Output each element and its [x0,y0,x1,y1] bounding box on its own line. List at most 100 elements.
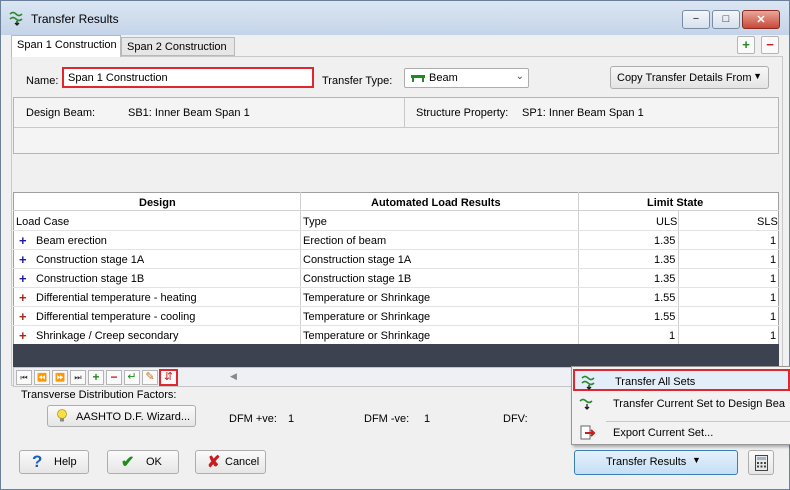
edit-record-button[interactable]: ✎ [142,370,158,385]
load-case-cell: Construction stage 1B [36,273,145,285]
calculator-button[interactable] [748,450,774,475]
plus-icon: + [92,370,100,384]
dropdown-arrow-icon: ▼ [692,455,701,465]
first-record-button[interactable]: ⏮ [16,370,32,385]
table-row[interactable]: + Differential temperature - heating Tem… [13,287,779,306]
cancel-label: Cancel [225,456,260,468]
load-case-cell: Beam erection [36,235,107,247]
close-icon: ✕ [756,14,766,26]
expand-icon[interactable]: + [19,329,27,342]
type-cell: Construction stage 1A [303,254,412,266]
tab-span-1-construction[interactable]: Span 1 Construction [11,35,121,57]
maximize-button[interactable]: □ [712,10,740,29]
table-row[interactable]: + Shrinkage / Creep secondary Temperatur… [13,325,779,344]
help-icon: ? [32,452,43,471]
load-case-column-header[interactable]: Load Case [16,216,69,228]
edit-icon: ✎ [145,371,155,383]
sort-order-button[interactable]: ⇵ [159,369,178,386]
aashto-wizard-label: AASHTO D.F. Wizard... [76,411,191,423]
uls-cell: 1.35 [654,254,676,266]
checkmark-icon: ✔ [121,454,135,471]
prior-page-button[interactable]: ⏪ [34,370,50,385]
lightbulb-icon [57,409,67,422]
transfer-results-label: Transfer Results [606,456,687,468]
design-beam-label: Design Beam: [26,107,96,119]
expand-icon[interactable]: + [19,310,27,323]
name-label: Name: [26,75,59,87]
add-set-button[interactable]: + [737,36,755,54]
first-record-icon: ⏮ [20,373,28,382]
ok-label: OK [146,456,162,468]
sls-column-header[interactable]: SLS [757,216,778,228]
type-cell: Temperature or Shrinkage [303,330,431,342]
chevron-down-icon: ⌄ [515,71,524,82]
insert-record-button[interactable]: + [88,370,104,385]
design-beam-value: SB1: Inner Beam Span 1 [128,107,250,119]
title-bar: Transfer Results − □ ✕ [1,1,789,35]
next-page-button[interactable]: ⏩ [52,370,68,385]
expand-icon[interactable]: + [19,272,27,285]
load-case-cell: Shrinkage / Creep secondary [36,330,179,342]
window-title: Transfer Results [31,12,119,26]
close-button[interactable]: ✕ [742,10,780,29]
append-icon: ↵ [127,371,137,383]
grid-empty-area [13,344,779,367]
append-record-button[interactable]: ↵ [124,370,140,385]
transfer-results-button[interactable]: Transfer Results ▼ [574,450,738,475]
type-cell: Temperature or Shrinkage [303,311,431,323]
expand-icon[interactable]: + [19,291,27,304]
limit-state-group-header: Limit State [647,197,704,209]
transfer-type-select[interactable]: Beam ⌄ [404,68,529,88]
name-field[interactable]: Span 1 Construction [62,67,314,88]
export-icon [580,425,596,440]
help-label: Help [54,456,77,468]
name-field-value: Span 1 Construction [68,72,168,84]
type-column-header[interactable]: Type [303,216,327,228]
transfer-app-icon [9,11,23,26]
minus-icon: − [110,370,118,384]
menu-item-transfer-current-set[interactable]: Transfer Current Set to Design Bea [573,393,790,415]
expand-icon[interactable]: + [19,234,27,247]
sls-cell: 1 [770,311,777,323]
menu-item-transfer-all-sets[interactable]: Transfer All Sets [573,369,790,391]
sls-cell: 1 [770,273,777,285]
dfm-neg-value: 1 [424,413,431,425]
dfv-label: DFV: [503,413,528,425]
design-group-header: Design [139,197,176,209]
tab-label: Span 1 Construction [17,39,117,51]
transfer-type-value: Beam [429,72,458,84]
expand-icon[interactable]: + [19,253,27,266]
dropdown-arrow-icon: ▼ [753,71,762,81]
table-row[interactable]: + Construction stage 1A Construction sta… [13,249,779,268]
uls-column-header[interactable]: ULS [656,216,677,228]
table-row[interactable]: + Beam erection Erection of beam 1.35 1 [13,230,779,249]
menu-item-export-current-set[interactable]: Export Current Set... [573,422,790,444]
sls-cell: 1 [770,254,777,266]
scroll-left-icon[interactable]: ◀ [230,371,237,382]
table-row[interactable]: + Differential temperature - cooling Tem… [13,306,779,325]
copy-transfer-details-button[interactable]: Copy Transfer Details From ▼ [610,66,769,89]
dfm-neg-label: DFM -ve: [364,413,410,425]
remove-set-button[interactable]: − [761,36,779,54]
cancel-x-icon: ✘ [207,454,221,471]
ok-button[interactable]: ✔ OK [107,450,179,474]
sls-cell: 1 [770,292,777,304]
last-record-icon: ⏭ [74,373,82,382]
tab-label: Span 2 Construction [127,41,227,53]
help-button[interactable]: ? Help [19,450,89,474]
table-row[interactable]: + Construction stage 1B Construction sta… [13,268,779,287]
dfm-pos-value: 1 [288,413,295,425]
last-record-button[interactable]: ⏭ [70,370,86,385]
minimize-button[interactable]: − [682,10,710,29]
aashto-wizard-button[interactable]: AASHTO D.F. Wizard... [47,405,196,427]
beam-icon [411,75,425,82]
type-cell: Erection of beam [303,235,387,247]
transfer-current-icon [579,398,593,410]
structure-property-label: Structure Property: [416,107,509,119]
calculator-icon [755,455,768,471]
cancel-button[interactable]: ✘ Cancel [195,450,266,474]
beam-info-box: Design Beam: SB1: Inner Beam Span 1 Stru… [13,97,779,154]
uls-cell: 1.55 [654,292,676,304]
delete-record-button[interactable]: − [106,370,122,385]
tab-span-2-construction[interactable]: Span 2 Construction [121,37,235,56]
